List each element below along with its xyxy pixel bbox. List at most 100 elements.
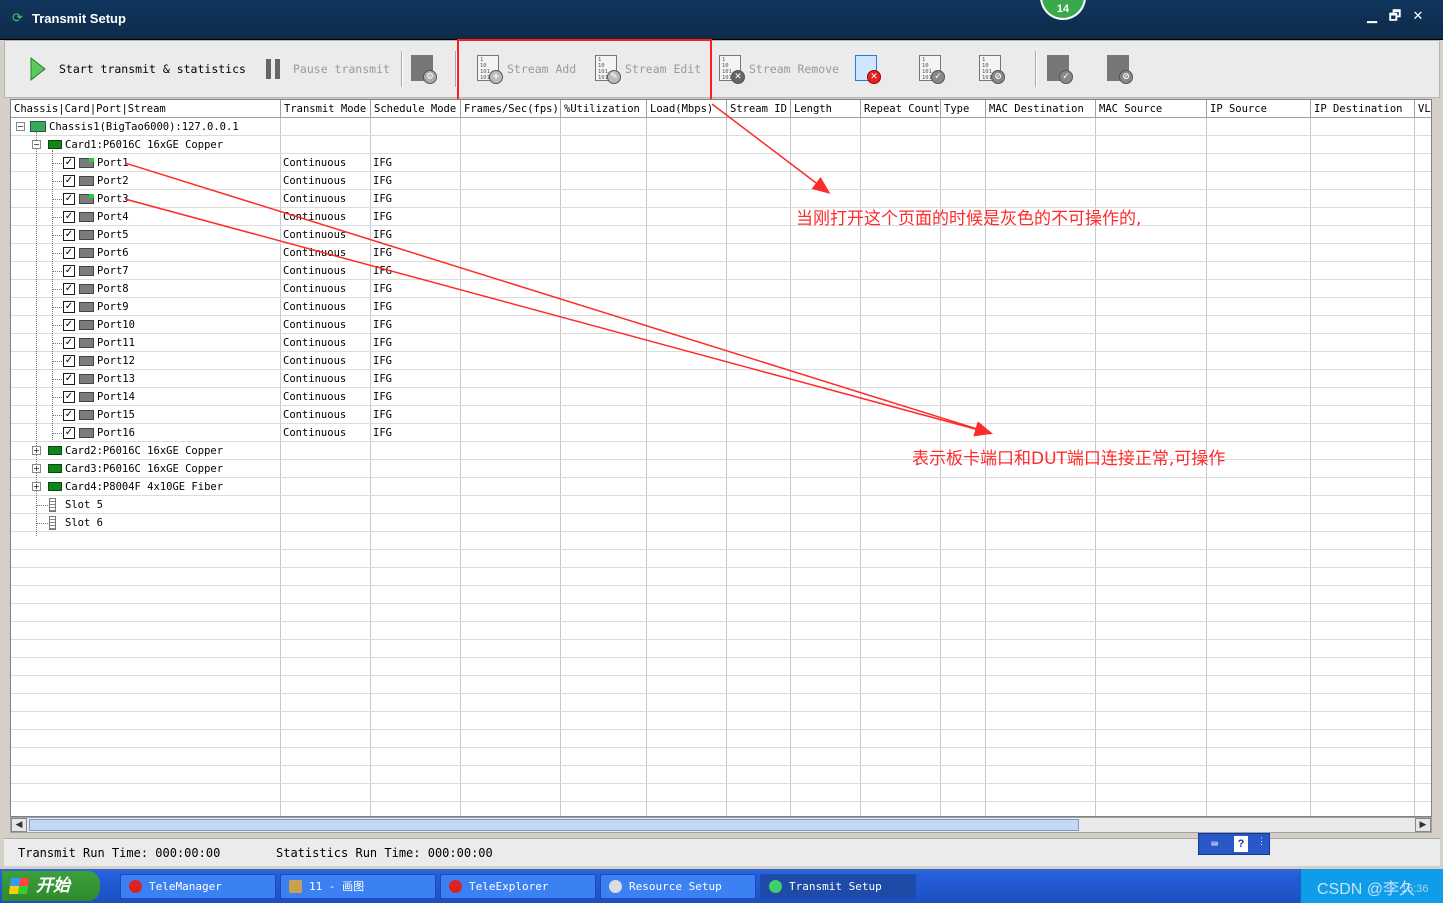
transmit-mode-cell: Continuous (283, 409, 347, 421)
task-resource-setup[interactable]: Resource Setup (600, 874, 756, 899)
slot-row[interactable]: Slot 5 (11, 496, 1431, 514)
port-checkbox[interactable]: ✓ (63, 283, 75, 295)
scroll-left-button[interactable]: ◀ (11, 818, 27, 832)
port-checkbox[interactable]: ✓ (63, 265, 75, 277)
column-header[interactable]: Chassis|Card|Port|Stream (11, 100, 281, 118)
port-checkbox[interactable]: ✓ (63, 427, 75, 439)
port-row[interactable]: ✓ Port14 Continuous IFG (11, 388, 1431, 406)
column-header[interactable]: Length (791, 100, 861, 118)
chassis-row[interactable]: − Chassis1(BigTao6000):127.0.0.1 (11, 118, 1431, 136)
port-checkbox[interactable]: ✓ (63, 319, 75, 331)
port-checkbox[interactable]: ✓ (63, 211, 75, 223)
restore-button[interactable]: 🗗 (1385, 8, 1405, 26)
port-checkbox[interactable]: ✓ (63, 337, 75, 349)
column-header[interactable]: %Utilization (561, 100, 647, 118)
slot6-label: Slot 6 (65, 517, 103, 529)
tree-line (36, 523, 48, 524)
stream-disable-button[interactable]: 1 10 101 1010 ⊘ (977, 41, 1009, 97)
port-enable-button[interactable]: ✓ (1045, 41, 1077, 97)
port-row[interactable]: ✓ Port1 Continuous IFG (11, 154, 1431, 172)
port-checkbox[interactable]: ✓ (63, 247, 75, 259)
port-row[interactable]: ✓ Port5 Continuous IFG (11, 226, 1431, 244)
column-header[interactable]: MAC Destination (986, 100, 1096, 118)
port-row[interactable]: ✓ Port7 Continuous IFG (11, 262, 1431, 280)
tree-line (52, 397, 62, 398)
column-header[interactable]: Frames/Sec(fps) (461, 100, 561, 118)
column-header[interactable]: Transmit Mode (281, 100, 371, 118)
port-config-button[interactable]: ⚙ (409, 41, 441, 97)
port-row[interactable]: ✓ Port12 Continuous IFG (11, 352, 1431, 370)
grid-header: Chassis|Card|Port|Stream Transmit Mode Sch… (11, 100, 1431, 118)
start-button[interactable]: 开始 (2, 871, 100, 901)
close-button[interactable]: ✕ (1408, 8, 1428, 26)
port-row[interactable]: ✓ Port16 Continuous IFG (11, 424, 1431, 442)
card4-label: Card4:P8004F 4x10GE Fiber (65, 481, 224, 493)
expand-card2-toggle[interactable]: + (32, 446, 41, 455)
port-checkbox[interactable]: ✓ (63, 229, 75, 241)
column-header[interactable]: IP Destination (1311, 100, 1415, 118)
column-header[interactable]: VL (1415, 100, 1431, 118)
keyboard-icon[interactable]: ⌨ (1211, 837, 1218, 851)
port-row[interactable]: ✓ Port4 Continuous IFG (11, 208, 1431, 226)
collapse-chassis-toggle[interactable]: − (16, 122, 25, 131)
slot-row[interactable]: Slot 6 (11, 514, 1431, 532)
column-header[interactable]: MAC Source (1096, 100, 1207, 118)
port-disable-button[interactable]: ⊘ (1105, 41, 1137, 97)
title-bar: ⟳ Transmit Setup 14 ▁ 🗗 ✕ (0, 0, 1443, 40)
scroll-thumb[interactable] (29, 819, 1079, 831)
card-row[interactable]: + Card4:P8004F 4x10GE Fiber (11, 478, 1431, 496)
minimize-button[interactable]: ▁ (1362, 8, 1382, 26)
port-icon (79, 176, 94, 186)
port-row[interactable]: ✓ Port2 Continuous IFG (11, 172, 1431, 190)
port-checkbox[interactable]: ✓ (63, 355, 75, 367)
column-header[interactable]: Load(Mbps) (647, 100, 727, 118)
transmit-mode-cell: Continuous (283, 247, 347, 259)
stream-remove-button[interactable]: 1 10 101 1010 ✕ Stream Remove (717, 41, 839, 97)
schedule-mode-cell: IFG (373, 319, 392, 331)
task-teleexplorer[interactable]: TeleExplorer (440, 874, 596, 899)
port-row[interactable]: ✓ Port8 Continuous IFG (11, 280, 1431, 298)
expand-card4-toggle[interactable]: + (32, 482, 41, 491)
remove-all-streams-button[interactable]: ✕ (853, 41, 885, 97)
telemanager-icon (129, 880, 142, 893)
task-paint[interactable]: 11 - 画图 (280, 874, 436, 899)
port-row[interactable]: ✓ Port9 Continuous IFG (11, 298, 1431, 316)
port-checkbox[interactable]: ✓ (63, 409, 75, 421)
options-icon[interactable]: ⋮ (1257, 837, 1266, 847)
ime-toolbar[interactable]: ⌨ ? ⋮ (1198, 833, 1270, 855)
port-row[interactable]: ✓ Port3 Continuous IFG (11, 190, 1431, 208)
horizontal-scrollbar[interactable]: ◀ ▶ (10, 817, 1432, 833)
column-header[interactable]: Repeat Count (861, 100, 941, 118)
schedule-mode-cell: IFG (373, 175, 392, 187)
start-transmit-button[interactable]: Start transmit & statistics (27, 41, 246, 97)
task-transmit-setup[interactable]: Transmit Setup (760, 874, 916, 899)
column-header[interactable]: IP Source (1207, 100, 1311, 118)
port-checkbox[interactable]: ✓ (63, 193, 75, 205)
collapse-card1-toggle[interactable]: − (32, 140, 41, 149)
port-row[interactable]: ✓ Port13 Continuous IFG (11, 370, 1431, 388)
port-checkbox[interactable]: ✓ (63, 175, 75, 187)
task-telemanager[interactable]: TeleManager (120, 874, 276, 899)
schedule-mode-cell: IFG (373, 211, 392, 223)
expand-card3-toggle[interactable]: + (32, 464, 41, 473)
port-checkbox[interactable]: ✓ (63, 301, 75, 313)
port-row[interactable]: ✓ Port11 Continuous IFG (11, 334, 1431, 352)
tree-line (52, 253, 62, 254)
card-row[interactable]: − Card1:P6016C 16xGE Copper (11, 136, 1431, 154)
schedule-mode-cell: IFG (373, 337, 392, 349)
stream-enable-button[interactable]: 1 10 101 1010 ✓ (917, 41, 949, 97)
port-row[interactable]: ✓ Port6 Continuous IFG (11, 244, 1431, 262)
column-header[interactable]: Stream ID (727, 100, 791, 118)
column-header[interactable]: Type (941, 100, 986, 118)
taskbar: 开始 TeleManager 11 - 画图 TeleExplorer Reso… (0, 869, 1443, 903)
schedule-mode-cell: IFG (373, 229, 392, 241)
port-checkbox[interactable]: ✓ (63, 373, 75, 385)
scroll-right-button[interactable]: ▶ (1415, 818, 1431, 832)
column-header[interactable]: Schedule Mode (371, 100, 461, 118)
port-checkbox[interactable]: ✓ (63, 157, 75, 169)
port-checkbox[interactable]: ✓ (63, 391, 75, 403)
port-row[interactable]: ✓ Port15 Continuous IFG (11, 406, 1431, 424)
help-icon[interactable]: ? (1234, 836, 1248, 852)
port-row[interactable]: ✓ Port10 Continuous IFG (11, 316, 1431, 334)
pause-transmit-button[interactable]: Pause transmit (263, 41, 390, 97)
